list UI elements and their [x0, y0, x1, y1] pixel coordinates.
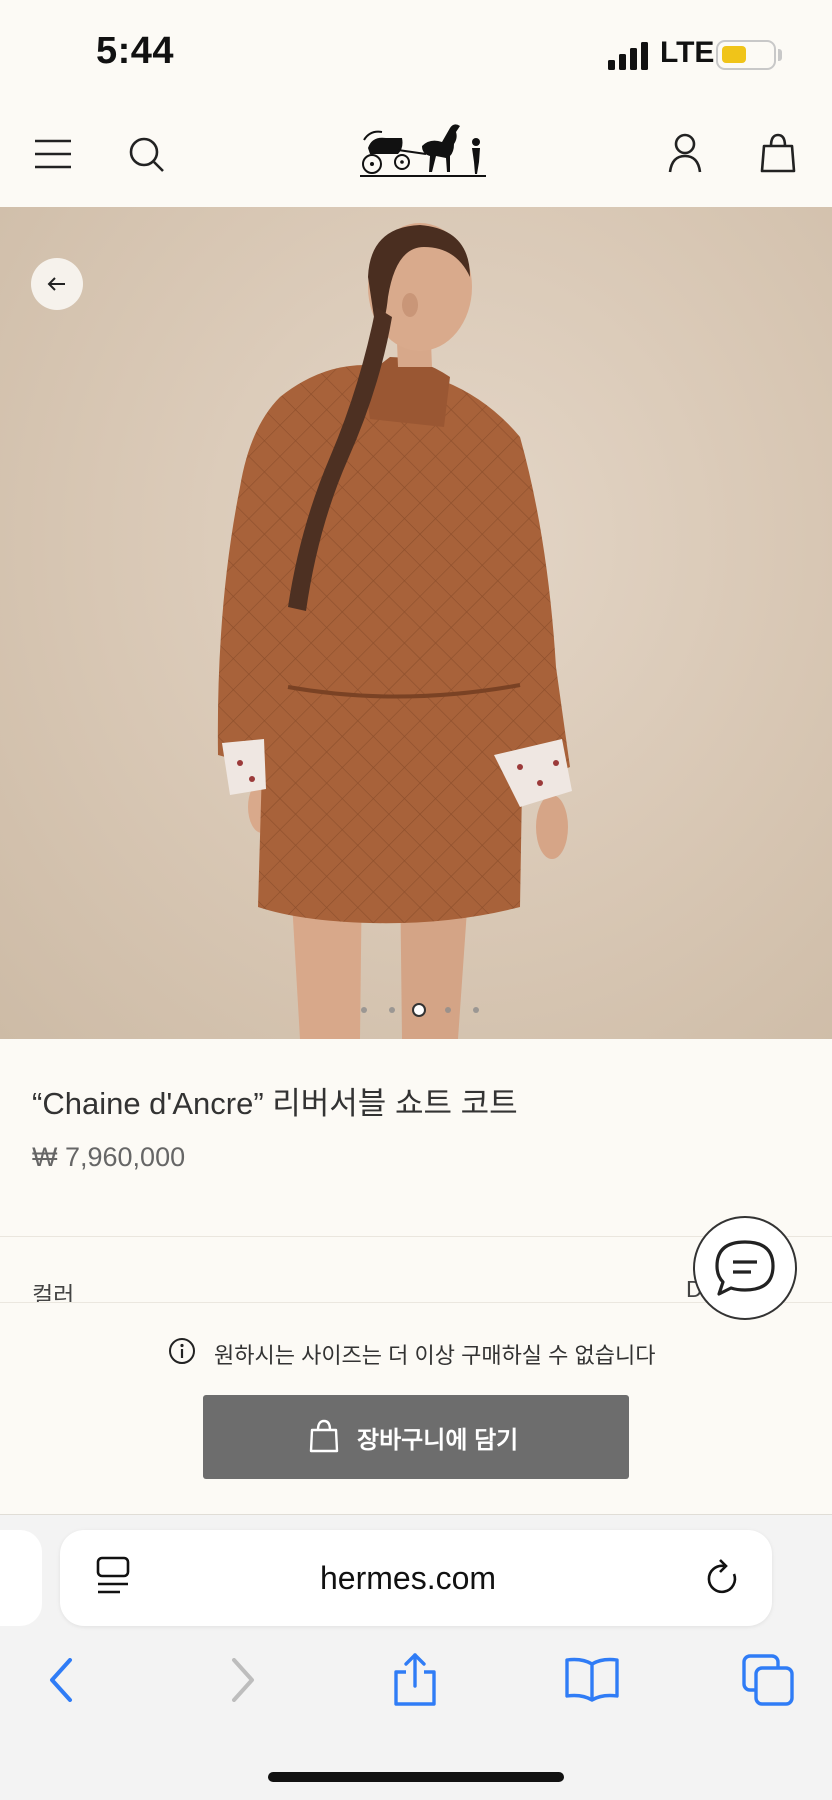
signal-icon [608, 42, 648, 70]
carousel-dot[interactable] [389, 1007, 395, 1013]
battery-icon [716, 40, 776, 70]
page-menu-icon[interactable] [94, 1556, 132, 1598]
share-icon[interactable] [392, 1652, 438, 1706]
previous-tab-card[interactable] [0, 1530, 42, 1626]
arrow-left-icon [47, 277, 65, 291]
product-image[interactable] [0, 207, 832, 1039]
carousel-dot-active[interactable] [412, 1003, 426, 1017]
logo-icon[interactable] [358, 116, 490, 184]
account-icon[interactable] [668, 132, 702, 174]
add-to-cart-label: 장바구니에 담기 [357, 1427, 519, 1454]
menu-icon[interactable] [34, 138, 72, 170]
back-button[interactable] [31, 258, 83, 310]
carousel-dot[interactable] [445, 1007, 451, 1013]
shopping-bag-icon[interactable] [760, 132, 796, 174]
coat-model-illustration [217, 223, 572, 1039]
battery-level [722, 46, 746, 63]
chat-bubble-icon [715, 1240, 775, 1296]
site-header [0, 110, 832, 206]
shopping-bag-icon [309, 1419, 339, 1453]
bookmarks-icon[interactable] [564, 1656, 620, 1702]
carousel-dot[interactable] [473, 1007, 479, 1013]
chat-button[interactable] [693, 1216, 797, 1320]
network-type: LTE [660, 36, 715, 69]
size-unavailable-message: 원하시는 사이즈는 더 이상 구매하실 수 없습니다 [214, 1343, 656, 1368]
carousel-dot[interactable] [361, 1007, 367, 1013]
forward-icon[interactable] [228, 1658, 258, 1702]
reload-icon[interactable] [706, 1558, 742, 1598]
url-text: hermes.com [320, 1560, 497, 1596]
status-time: 5:44 [96, 30, 175, 72]
product-price: ₩ 7,960,000 [32, 1142, 186, 1172]
back-icon[interactable] [46, 1658, 76, 1702]
product-title: “Chaine d'Ancre” 리버서블 쇼트 코트 [32, 1086, 518, 1121]
tabs-icon[interactable] [742, 1654, 794, 1706]
search-icon[interactable] [128, 136, 166, 174]
battery-tip [778, 49, 782, 61]
info-icon [169, 1338, 195, 1364]
home-indicator[interactable] [268, 1772, 564, 1782]
